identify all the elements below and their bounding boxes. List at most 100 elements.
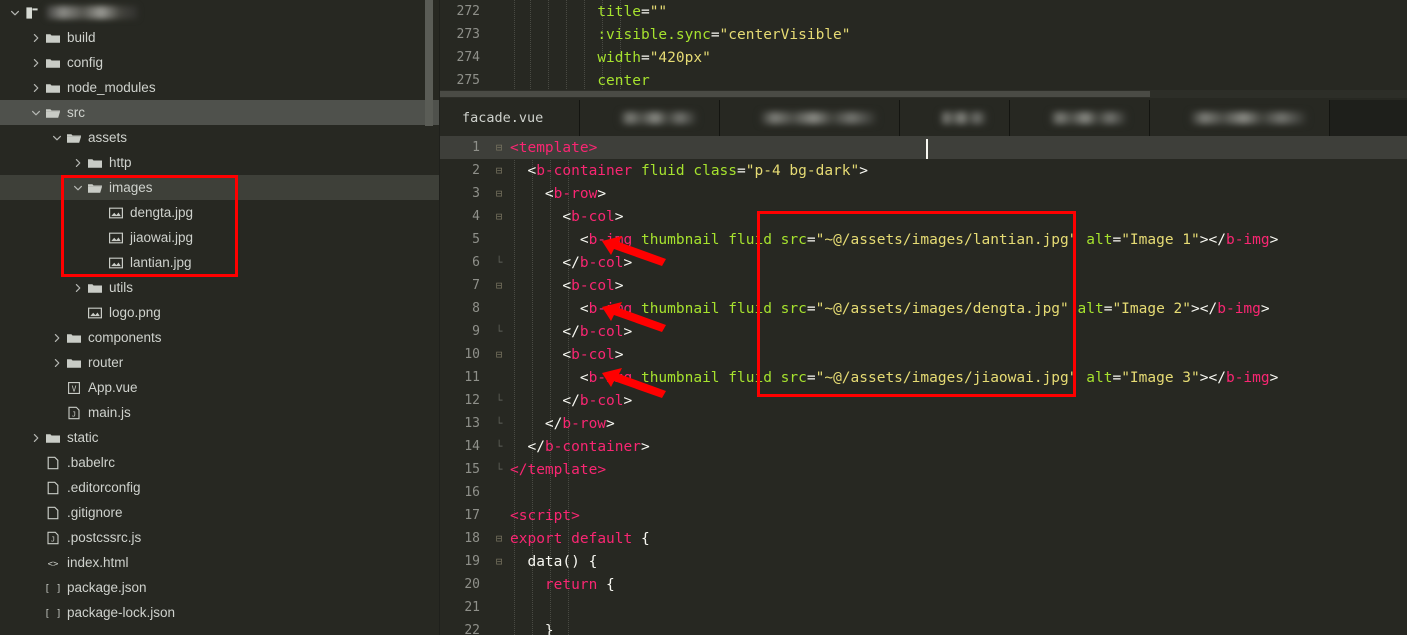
editor-tab-redacted[interactable] (900, 100, 1010, 136)
fold-end-marker[interactable]: └ (488, 394, 510, 407)
tree-item-dengta-jpg[interactable]: dengta.jpg (0, 200, 440, 225)
fold-end-marker[interactable]: └ (488, 256, 510, 269)
tree-item-project-root[interactable] (0, 0, 440, 25)
fold-toggle-icon[interactable]: ⊟ (488, 141, 510, 154)
tree-item-router[interactable]: router (0, 350, 440, 375)
tree-item-config[interactable]: config (0, 50, 440, 75)
chevron-down-icon[interactable] (8, 0, 22, 25)
sidebar-scrollbar[interactable] (425, 0, 433, 126)
chevron-down-icon[interactable] (50, 125, 64, 150)
code-line[interactable]: 20 return { (440, 573, 1407, 596)
tree-item-postcssrc-js[interactable]: J .postcssrc.js (0, 525, 440, 550)
code-line[interactable]: 7 ⊟ <b-col> (440, 274, 1407, 297)
fold-toggle-icon[interactable]: ⊟ (488, 210, 510, 223)
tree-item-gitignore[interactable]: .gitignore (0, 500, 440, 525)
editor-tab-redacted[interactable] (1150, 100, 1330, 136)
editor-tab-facade-vue[interactable]: facade.vue (440, 100, 580, 136)
code-line[interactable]: 3 ⊟ <b-row> (440, 182, 1407, 205)
chevron-right-icon[interactable] (29, 425, 43, 450)
fold-toggle-icon[interactable]: ⊟ (488, 279, 510, 292)
code-line[interactable]: 4 ⊟ <b-col> (440, 205, 1407, 228)
fold-toggle-icon[interactable]: ⊟ (488, 532, 510, 545)
tree-item-jiaowai-jpg[interactable]: jiaowai.jpg (0, 225, 440, 250)
code-line[interactable]: 8 <b-img thumbnail fluid src="~@/assets/… (440, 297, 1407, 320)
chevron-right-icon[interactable] (50, 325, 64, 350)
tree-item-main-js[interactable]: Jmain.js (0, 400, 440, 425)
indent-spacer (0, 225, 92, 250)
code-line[interactable]: 16 (440, 481, 1407, 504)
code-line[interactable]: 5 <b-img thumbnail fluid src="~@/assets/… (440, 228, 1407, 251)
fold-toggle-icon[interactable]: ⊟ (488, 348, 510, 361)
fold-end-marker[interactable]: └ (488, 325, 510, 338)
code-line[interactable]: 17 <script> (440, 504, 1407, 527)
code-line[interactable]: 6 └ </b-col> (440, 251, 1407, 274)
main-code-pane[interactable]: 1 ⊟ <template> 2 ⊟ <b-container fluid class=… (440, 136, 1407, 635)
chevron-right-icon[interactable] (29, 75, 43, 100)
code-line[interactable]: 275 center (440, 69, 1407, 92)
code-line[interactable]: 11 <b-img thumbnail fluid src="~@/assets… (440, 366, 1407, 389)
code-line[interactable]: 274 width="420px" (440, 46, 1407, 69)
editor-code-lines[interactable]: 1 ⊟ <template> 2 ⊟ <b-container fluid class=… (440, 136, 1407, 635)
editor-area[interactable]: 272 title="" 273 :visible.sync="centerVis… (440, 0, 1407, 635)
split-editor-top-pane[interactable]: 272 title="" 273 :visible.sync="centerVis… (440, 0, 1407, 93)
code-line[interactable]: 272 title="" (440, 0, 1407, 23)
tree-item-app-vue[interactable]: V App.vue (0, 375, 440, 400)
chevron-right-icon[interactable] (71, 275, 85, 300)
editor-tab-bar[interactable]: facade.vue (440, 100, 1407, 136)
editor-tab-redacted[interactable] (1010, 100, 1150, 136)
tree-item-package-lock-json[interactable]: [ ] package-lock.json (0, 600, 440, 625)
line-number: 5 (472, 232, 480, 247)
fold-toggle-icon[interactable]: ⊟ (488, 164, 510, 177)
top-pane-code[interactable]: 272 title="" 273 :visible.sync="centerVis… (440, 0, 1407, 92)
code-line[interactable]: 10 ⊟ <b-col> (440, 343, 1407, 366)
chevron-right-icon[interactable] (71, 150, 85, 175)
chevron-right-icon[interactable] (29, 25, 43, 50)
tree-item-logo-png[interactable]: logo.png (0, 300, 440, 325)
code-line[interactable]: 2 ⊟ <b-container fluid class="p-4 bg-dark… (440, 159, 1407, 182)
code-line[interactable]: 9 └ </b-col> (440, 320, 1407, 343)
chevron-right-icon[interactable] (29, 50, 43, 75)
fold-toggle-icon[interactable]: ⊟ (488, 555, 510, 568)
code-line[interactable]: 12 └ </b-col> (440, 389, 1407, 412)
tree-item-editorconfig[interactable]: .editorconfig (0, 475, 440, 500)
file-tree[interactable]: build config node_modules src assets http imag… (0, 0, 440, 625)
tree-item-images[interactable]: images (0, 175, 440, 200)
code-line[interactable]: 18 ⊟ export default { (440, 527, 1407, 550)
fold-toggle-icon[interactable]: ⊟ (488, 187, 510, 200)
tree-item-components[interactable]: components (0, 325, 440, 350)
tree-item-assets[interactable]: assets (0, 125, 440, 150)
fold-end-marker[interactable]: └ (488, 463, 510, 476)
tree-item-utils[interactable]: utils (0, 275, 440, 300)
code-line[interactable]: 13 └ </b-row> (440, 412, 1407, 435)
tab-list[interactable]: facade.vue (440, 100, 1330, 136)
tree-item-node-modules[interactable]: node_modules (0, 75, 440, 100)
tree-item-label: main.js (88, 405, 131, 420)
code-line[interactable]: 14 └ </b-container> (440, 435, 1407, 458)
top-pane-horizontal-scrollbar[interactable] (440, 90, 1407, 98)
fold-end-marker[interactable]: └ (488, 440, 510, 453)
tree-item-build[interactable]: build (0, 25, 440, 50)
code-line[interactable]: 22 } (440, 619, 1407, 635)
code-line[interactable]: 273 :visible.sync="centerVisible" (440, 23, 1407, 46)
code-line[interactable]: 21 (440, 596, 1407, 619)
tree-item-static[interactable]: static (0, 425, 440, 450)
line-number: 22 (464, 623, 480, 635)
project-explorer-panel[interactable]: build config node_modules src assets http imag… (0, 0, 440, 635)
code-line[interactable]: 15 └ </template> (440, 458, 1407, 481)
fold-end-marker[interactable]: └ (488, 417, 510, 430)
code-line[interactable]: 19 ⊟ data() { (440, 550, 1407, 573)
editor-tab-redacted[interactable] (720, 100, 900, 136)
chevron-right-icon[interactable] (50, 350, 64, 375)
image-file-icon (106, 250, 126, 275)
tree-item-index-html[interactable]: <> index.html (0, 550, 440, 575)
tree-item-babelrc[interactable]: .babelrc (0, 450, 440, 475)
chevron-down-icon[interactable] (29, 100, 43, 125)
tree-item-http[interactable]: http (0, 150, 440, 175)
editor-tab-redacted[interactable] (580, 100, 720, 136)
tree-item-package-json[interactable]: [ ] package.json (0, 575, 440, 600)
image-file-icon (85, 300, 105, 325)
tree-item-lantian-jpg[interactable]: lantian.jpg (0, 250, 440, 275)
chevron-down-icon[interactable] (71, 175, 85, 200)
tree-item-src[interactable]: src (0, 100, 440, 125)
code-line[interactable]: 1 ⊟ <template> (440, 136, 1407, 159)
